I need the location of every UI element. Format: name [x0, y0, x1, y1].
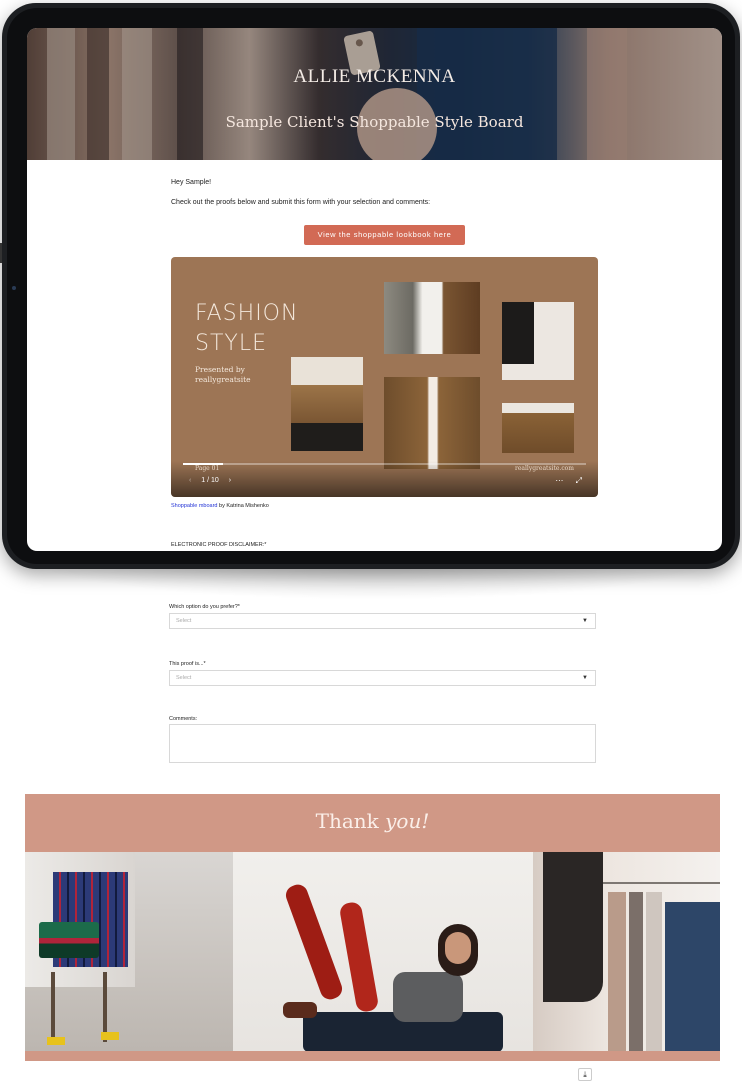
download-icon[interactable]: ⤓	[578, 1068, 592, 1081]
gallery-photo	[533, 852, 720, 1051]
proof-label: This proof is...*	[169, 661, 206, 667]
photo-leg	[51, 972, 55, 1042]
fullscreen-icon[interactable]: ⤢	[576, 476, 582, 485]
credit-link[interactable]: Shoppable mboard	[171, 503, 217, 509]
page-title: Sample Client's Shoppable Style Board	[225, 113, 524, 131]
lookbook-presented-by: Presented by reallygreatsite	[195, 365, 251, 385]
gallery-footer-band	[25, 1051, 720, 1061]
chevron-left-icon[interactable]: ‹	[189, 477, 191, 484]
lookbook-photo	[384, 282, 480, 354]
credit-author: by Katrina Mishenko	[217, 503, 269, 509]
photo-figure	[502, 302, 534, 364]
lookbook-tools: ⋯ ⤢	[545, 476, 582, 486]
thank-you-emphasis: you!	[385, 809, 430, 833]
chevron-right-icon[interactable]: ›	[229, 477, 231, 484]
camera-icon	[12, 286, 16, 290]
photo-shirt	[393, 972, 463, 1022]
caret-down-icon: ▼	[582, 675, 588, 681]
proof-select-value: Select	[176, 675, 192, 681]
tablet-device: ALLIE MCKENNA Sample Client's Shoppable …	[0, 3, 740, 569]
lookbook-title-line: STYLE	[195, 331, 267, 356]
lookbook-credit: Shoppable mboard by Katrina Mishenko	[171, 503, 269, 509]
option-label: Which option do you prefer?*	[169, 604, 240, 610]
brand-name: ALLIE MCKENNA	[293, 66, 456, 87]
thank-you-gallery	[25, 852, 720, 1051]
more-icon[interactable]: ⋯	[555, 476, 563, 485]
thank-you-word: Thank	[315, 809, 386, 833]
lookbook-photo	[384, 377, 480, 469]
comments-textarea[interactable]	[169, 724, 596, 763]
lookbook-title: FASHION STYLE	[195, 299, 298, 359]
lookbook-title-line: FASHION	[195, 301, 299, 326]
page-counter: 1 / 10	[201, 477, 219, 484]
photo-face	[445, 932, 471, 964]
photo-handbag	[39, 922, 99, 958]
comments-label: Comments:	[169, 716, 198, 722]
option-select[interactable]: Select ▼	[169, 613, 596, 629]
photo-garment	[629, 892, 643, 1051]
hero-overlay	[27, 28, 722, 160]
instructions-text: Check out the proofs below and submit th…	[171, 199, 431, 206]
photo-garment	[608, 892, 626, 1051]
volume-button	[0, 243, 2, 263]
greeting-text: Hey Sample!	[171, 179, 212, 186]
lookbook-photo	[291, 357, 363, 451]
proof-select[interactable]: Select ▼	[169, 670, 596, 686]
photo-shoe	[101, 1032, 119, 1040]
view-lookbook-button[interactable]: View the shoppable lookbook here	[304, 225, 465, 245]
presented-by-label: Presented by	[195, 365, 245, 374]
lookbook-photo	[502, 302, 574, 380]
lookbook-page-label: Page 01	[195, 465, 220, 472]
presented-by-name: reallygreatsite	[195, 375, 251, 384]
photo-rack	[603, 882, 720, 884]
photo-leg	[283, 881, 345, 1003]
caret-down-icon: ▼	[582, 618, 588, 624]
photo-garment	[646, 892, 662, 1051]
lookbook-photo	[502, 403, 574, 453]
disclaimer-label: ELECTRONIC PROOF DISCLAIMER:*	[171, 542, 267, 548]
lookbook-site: reallygreatsite.com	[514, 465, 574, 472]
lookbook-nav: ‹ 1 / 10 ›	[189, 477, 239, 484]
photo-shoe	[47, 1037, 65, 1045]
thank-you-heading: Thank you!	[25, 809, 720, 833]
hero-banner: ALLIE MCKENNA Sample Client's Shoppable …	[27, 28, 722, 160]
gallery-photo	[233, 852, 533, 1051]
photo-leg	[338, 900, 380, 1014]
photo-garment	[665, 902, 720, 1051]
option-select-value: Select	[176, 618, 192, 624]
lookbook-embed[interactable]: FASHION STYLE Presented by reallygreatsi…	[171, 257, 598, 497]
tablet-screen: ALLIE MCKENNA Sample Client's Shoppable …	[27, 28, 722, 551]
photo-shopper	[543, 852, 603, 1002]
photo-shoe	[283, 1002, 317, 1018]
gallery-photo	[25, 852, 233, 1051]
thank-you-banner: Thank you!	[25, 794, 720, 852]
